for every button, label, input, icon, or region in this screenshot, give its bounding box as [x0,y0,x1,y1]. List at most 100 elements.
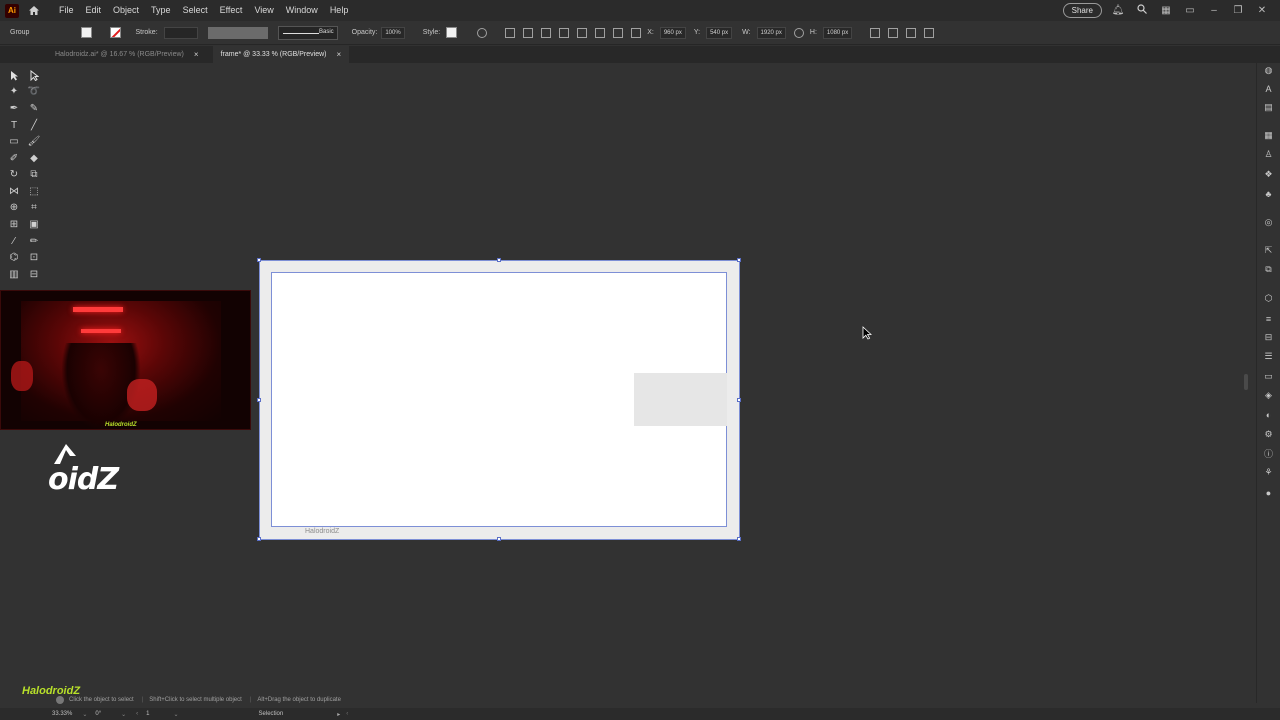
resize-handle-s[interactable] [497,537,501,541]
x-field[interactable]: 960 px [659,26,686,39]
symbols-icon[interactable]: ❖ [1263,169,1274,180]
shaper-tool-icon[interactable]: ✐ [8,152,20,164]
info-icon[interactable]: ⓘ [1263,448,1274,459]
resize-handle-ne[interactable] [737,258,741,262]
color-icon[interactable]: ◐ [1263,409,1274,420]
align-middle-icon[interactable] [595,27,606,38]
eraser-tool-icon[interactable]: ◆ [28,152,40,164]
resize-handle-e[interactable] [737,398,741,402]
curvature-tool-icon[interactable]: ✎ [28,102,40,114]
w-field[interactable]: 1920 px [756,26,786,39]
3d-icon[interactable]: ⬡ [1263,293,1274,304]
rotation-value[interactable]: 0° [95,711,101,717]
eyedropper-tool-icon[interactable]: ⁄ [8,235,20,247]
paintbrush-tool-icon[interactable]: 🖌︎ [28,135,41,147]
artboard-tool-icon[interactable]: ⊡ [28,251,40,263]
transform-panel-icon[interactable]: ⊟ [1263,332,1274,343]
align-right-icon[interactable] [559,27,570,38]
appearance-icon[interactable]: ● [1263,487,1274,498]
rectangle-tool-icon[interactable]: ▭ [8,135,20,147]
menu-file[interactable]: File [53,0,80,21]
brush-definition[interactable]: Basic [277,25,338,40]
stroke-panel-icon[interactable]: ◎ [1263,217,1274,228]
pen-tool-icon[interactable]: ✒ [8,102,20,114]
align-panel-icon[interactable]: ☰ [1263,351,1274,362]
blend-tool-icon[interactable]: ✏ [28,235,40,247]
layers-doc-icon[interactable]: ▤ [1263,102,1274,113]
swatches-icon[interactable]: ▦ [1263,130,1274,141]
stroke-weight-field[interactable] [163,26,198,39]
magic-wand-tool-icon[interactable]: ✦ [8,85,20,97]
bell-icon[interactable]: 🔔︎ [1110,5,1126,16]
align-center-icon[interactable] [541,27,552,38]
chevron-down-icon[interactable]: ⌄ [121,711,126,718]
h-field[interactable]: 1080 px [822,26,853,39]
align-bottom-icon[interactable] [613,27,624,38]
menu-help[interactable]: Help [324,0,355,21]
resize-handle-w[interactable] [257,398,261,402]
menu-window[interactable]: Window [280,0,324,21]
mesh-tool-icon[interactable]: ⊞ [8,218,20,230]
play-icon[interactable]: ▸ [337,711,340,718]
menu-type[interactable]: Type [145,0,177,21]
scroll-left-icon[interactable]: ‹ [346,711,348,717]
prev-artboard-icon[interactable]: ‹ [136,711,138,717]
panel-menu-icon[interactable] [906,27,917,38]
layers-icon[interactable]: ◈ [1263,390,1274,401]
link-icon[interactable] [793,27,804,38]
lasso-tool-icon[interactable]: ➰ [28,85,40,97]
symbol-sprayer-tool-icon[interactable]: ⌬ [8,251,20,263]
resize-handle-sw[interactable] [257,537,261,541]
adjust-icon[interactable]: ≡ [1263,313,1274,324]
gradient-tool-icon[interactable]: ▣ [28,218,40,230]
libraries-icon[interactable]: ◍ [1263,65,1274,76]
isolate-icon[interactable] [924,27,935,38]
resize-handle-nw[interactable] [257,258,261,262]
fill-swatch[interactable] [81,27,93,38]
menu-view[interactable]: View [248,0,279,21]
resize-handle-se[interactable] [737,537,741,541]
selection-tool-icon[interactable] [8,69,20,81]
arrange-icon[interactable]: ▭ [1182,5,1198,16]
transform-icon[interactable] [631,27,642,38]
tab-frame[interactable]: frame* @ 33.33 % (RGB/Preview) × [212,46,350,63]
perspective-grid-tool-icon[interactable]: ⌗ [28,201,40,213]
scrollbar-thumb[interactable] [1244,374,1248,390]
transform-options-icon[interactable] [870,27,881,38]
scale-tool-icon[interactable]: ⧉ [28,168,40,180]
settings-icon[interactable]: ⚙ [1263,429,1274,440]
minimize-icon[interactable]: – [1206,5,1222,16]
align-to-icon[interactable] [505,27,516,38]
menu-object[interactable]: Object [107,0,145,21]
home-icon[interactable] [27,4,41,18]
workspace-icon[interactable]: ▦ [1158,5,1174,16]
width-tool-icon[interactable]: ⋈ [8,185,20,197]
tab-halodroidz[interactable]: Halodroidz.ai* @ 16.67 % (RGB/Preview) × [0,46,207,63]
y-field[interactable]: 540 px [706,26,733,39]
stroke-swatch[interactable] [110,27,122,38]
artboard-number[interactable]: 1 [146,711,149,717]
direct-selection-tool-icon[interactable] [28,69,40,81]
share-button[interactable]: Share [1062,3,1102,18]
zoom-level[interactable]: 33.33% [52,711,72,717]
resize-handle-n[interactable] [497,258,501,262]
close-icon[interactable]: ✕ [1254,5,1270,16]
free-transform-tool-icon[interactable]: ⬚ [28,185,40,197]
align-top-icon[interactable] [577,27,588,38]
type-tool-icon[interactable]: T [8,119,20,131]
close-icon[interactable]: × [194,46,199,63]
align-left-icon[interactable] [523,27,534,38]
search-icon[interactable] [1134,4,1150,17]
gradient-panel-icon[interactable]: ▭ [1263,371,1274,382]
placeholder-rectangle[interactable] [634,373,727,426]
shape-builder-tool-icon[interactable]: ⊕ [8,201,20,213]
column-graph-tool-icon[interactable]: ▥ [8,268,20,280]
brushes-icon[interactable]: ♙ [1263,149,1274,160]
menu-select[interactable]: Select [177,0,214,21]
opacity-field[interactable]: 100% [381,26,405,39]
menu-effect[interactable]: Effect [214,0,249,21]
line-tool-icon[interactable]: ╱ [28,119,40,131]
arrange-documents-icon[interactable] [888,27,899,38]
graphic-style-swatch[interactable] [446,27,458,38]
pathfinder-icon[interactable]: ⚘ [1263,467,1274,478]
